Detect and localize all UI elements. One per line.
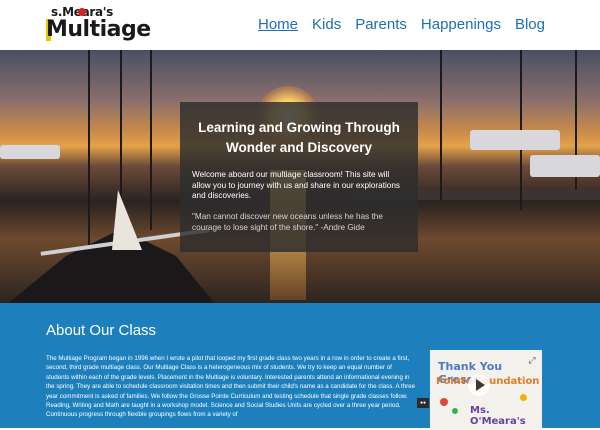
play-icon[interactable] <box>468 374 490 396</box>
site-logo[interactable]: s.Meara's Multiage <box>46 5 151 47</box>
mast <box>150 50 152 230</box>
about-title: About Our Class <box>46 322 157 339</box>
site-header: s.Meara's Multiage Home Kids Parents Hap… <box>0 0 600 50</box>
boat-hull <box>470 130 560 150</box>
hero-heading: Learning and Growing Through Wonder and … <box>198 120 400 155</box>
nav-kids-link[interactable]: Kids <box>312 16 341 33</box>
boat-hull <box>0 145 60 159</box>
video-side-tab[interactable]: ●● <box>417 398 429 408</box>
nav-home-link[interactable]: Home <box>258 16 298 33</box>
apple-icon <box>78 8 86 16</box>
about-section: About Our Class The Multiage Program beg… <box>0 303 600 430</box>
hero-welcome-text: Welcome aboard our multiage classroom! T… <box>192 170 400 200</box>
hero-banner: Learning and Growing Through Wonder and … <box>0 50 600 303</box>
main-nav: Home Kids Parents Happenings Blog <box>258 16 545 33</box>
nav-blog-link[interactable]: Blog <box>515 16 545 33</box>
expand-icon[interactable]: ⤢ <box>527 355 537 365</box>
about-body-text: The Multiage Program began in 1996 when … <box>46 355 416 419</box>
mast <box>88 50 90 250</box>
thumb-line-3: Ms. O'Meara's <box>470 405 526 427</box>
paint-dot <box>440 398 448 406</box>
hero-quote: "Man cannot discover new oceans unless h… <box>192 212 383 232</box>
rolled-sail <box>112 190 142 250</box>
boat-hull <box>530 155 600 177</box>
hero-text-panel: Learning and Growing Through Wonder and … <box>180 102 418 252</box>
nav-happenings-link[interactable]: Happenings <box>421 16 501 33</box>
paint-dot <box>520 394 527 401</box>
mast <box>440 50 442 200</box>
logo-main-text: Multiage <box>46 17 151 42</box>
paint-dot <box>452 408 458 414</box>
mast <box>120 50 122 200</box>
nav-parents-link[interactable]: Parents <box>355 16 407 33</box>
